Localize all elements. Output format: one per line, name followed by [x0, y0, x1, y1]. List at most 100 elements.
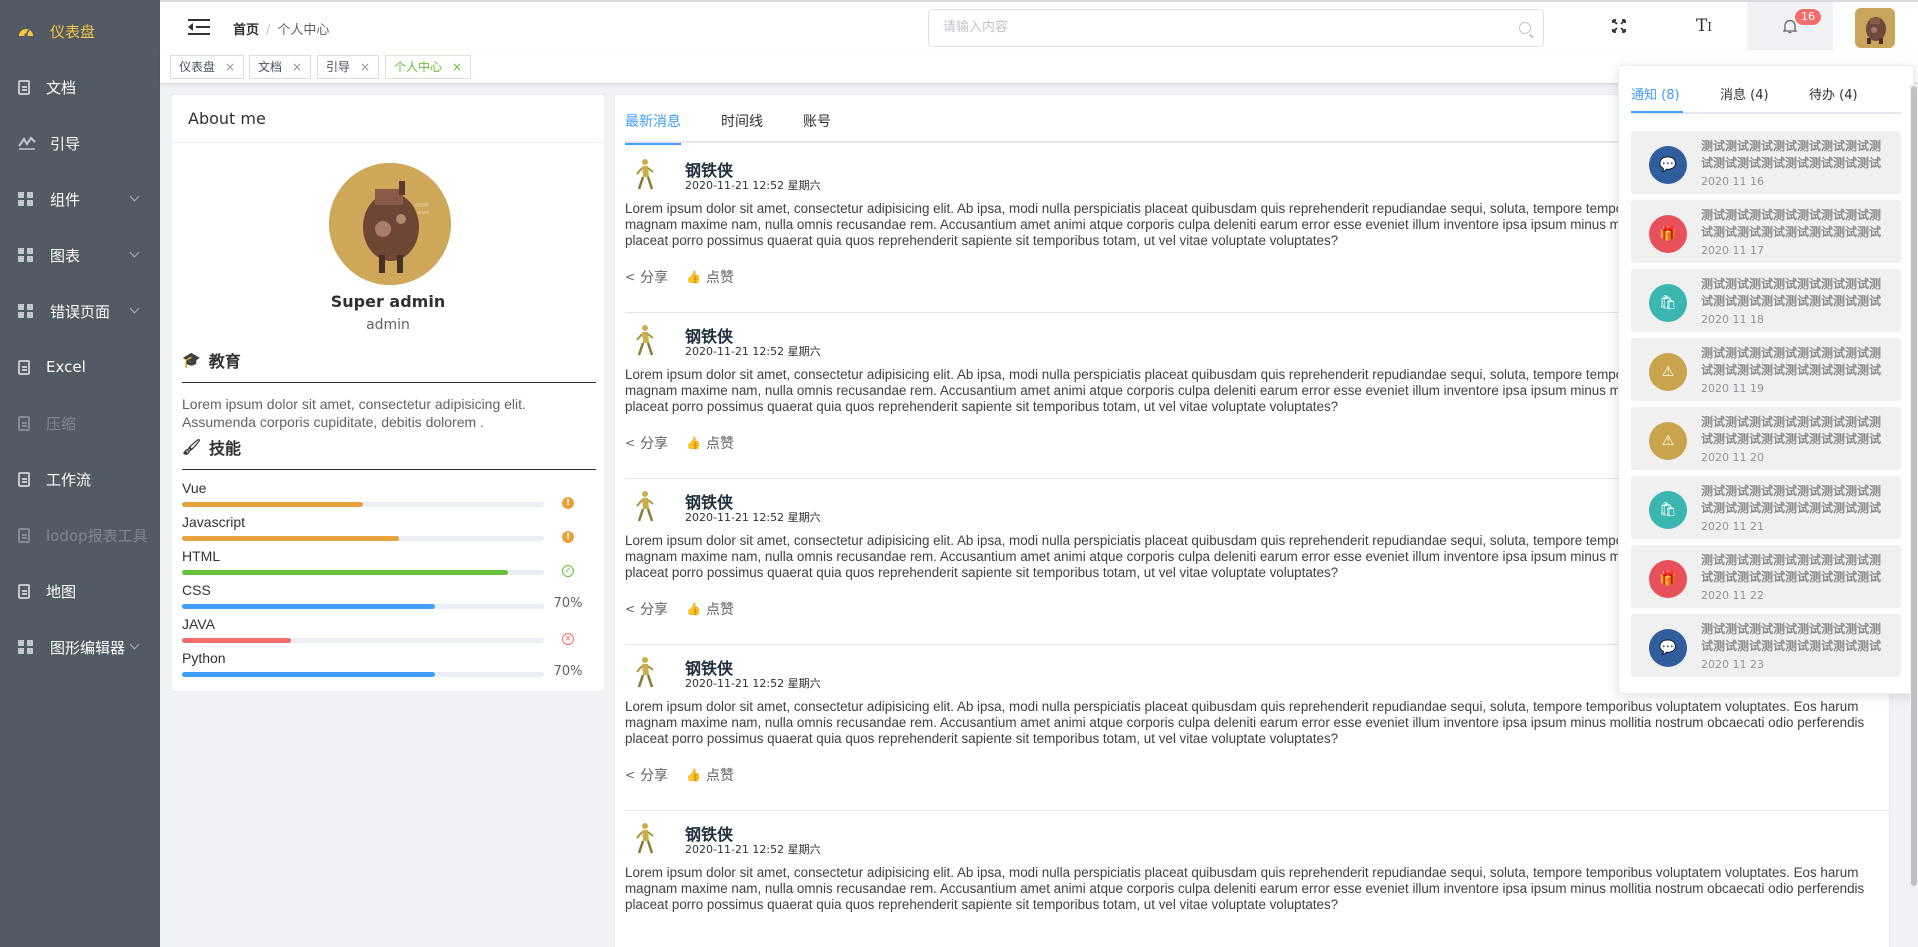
sidebar-item-workflow[interactable]: 工作流: [0, 451, 160, 507]
sidebar-item-label: 压缩: [46, 414, 77, 433]
tab-account[interactable]: 账号: [803, 111, 831, 145]
sidebar-item-excel[interactable]: Excel: [0, 339, 160, 395]
tag-profile[interactable]: 个人中心 ×: [385, 55, 472, 79]
share-button[interactable]: < 分享: [625, 765, 668, 785]
sidebar-item-dashboard[interactable]: 仪表盘: [0, 3, 160, 59]
warning-icon: ⚠: [1649, 353, 1687, 391]
breadcrumb-home[interactable]: 首页: [233, 23, 259, 38]
skill-progress: [182, 502, 544, 507]
skill-name: Vue: [182, 480, 207, 496]
breadcrumb-separator: /: [266, 23, 271, 38]
notification-text: 测试测试测试测试测试测试测试测试测试测试测试测试测试测试测试: [1701, 139, 1882, 170]
notification-item[interactable]: 💬 测试测试测试测试测试测试测试测试测试测试测试测试测试测试测试 2020 11 2…: [1631, 614, 1901, 677]
breadcrumb-current: 个人中心: [277, 23, 330, 38]
sidebar-item-error-pages[interactable]: 错误页面: [0, 283, 160, 339]
like-button[interactable]: 👍 点赞: [686, 433, 734, 453]
sidebar-item-components[interactable]: 组件: [0, 171, 160, 227]
skill-progress: [182, 536, 544, 541]
notification-time: 2020 11 17: [1701, 244, 1764, 257]
sidebar-item-label: lodop报表工具: [46, 526, 148, 545]
notification-item[interactable]: 🛍 测试测试测试测试测试测试测试测试测试测试测试测试测试测试测试 2020 11 1…: [1631, 269, 1901, 332]
notification-item[interactable]: 🎁 测试测试测试测试测试测试测试测试测试测试测试测试测试测试测试 2020 11 2…: [1631, 545, 1901, 608]
share-button[interactable]: < 分享: [625, 267, 668, 287]
like-button[interactable]: 👍 点赞: [686, 267, 734, 287]
sidebar-item-charts[interactable]: 图表: [0, 227, 160, 283]
notification-item[interactable]: 🛍 测试测试测试测试测试测试测试测试测试测试测试测试测试测试测试 2020 11 2…: [1631, 476, 1901, 539]
post-actions: < 分享 👍 点赞: [625, 599, 752, 619]
chevron-down-icon: [129, 247, 140, 258]
user-avatar-icon: [633, 821, 659, 855]
notification-item[interactable]: ⚠ 测试测试测试测试测试测试测试测试测试测试测试测试测试测试测试 2020 11 2…: [1631, 407, 1901, 470]
tag-dashboard[interactable]: 仪表盘 ×: [170, 55, 245, 79]
sidebar-item-label: 文档: [46, 78, 77, 97]
notification-item[interactable]: 🎁 测试测试测试测试测试测试测试测试测试测试测试测试测试测试测试 2020 11 1…: [1631, 200, 1901, 263]
tab-todos[interactable]: 待办 (4): [1809, 84, 1858, 103]
skill-html: HTML ✓: [182, 548, 582, 577]
share-icon: <: [625, 270, 636, 284]
skill-percent: 70%: [553, 596, 583, 611]
share-button[interactable]: < 分享: [625, 433, 668, 453]
tag-docs[interactable]: 文档 ×: [249, 55, 312, 79]
post-date: 2020-11-21 12:52 星期六: [685, 843, 821, 856]
graph-editor-icon: [18, 640, 34, 654]
report-icon: [18, 527, 30, 543]
notification-tabs: 通知 (8) 消息 (4) 待办 (4): [1631, 84, 1901, 114]
chevron-down-icon: [129, 303, 140, 314]
sidebar-item-guide[interactable]: 引导: [0, 115, 160, 171]
user-avatar[interactable]: [1855, 8, 1895, 48]
error-page-icon: [18, 304, 34, 318]
thumbs-up-icon: 👍: [686, 768, 702, 782]
sidebar-item-zip[interactable]: 压缩: [0, 395, 160, 451]
thumbs-up-icon: 👍: [686, 270, 702, 284]
tab-latest[interactable]: 最新消息: [625, 111, 681, 145]
post-actions: < 分享 👍 点赞: [625, 433, 752, 453]
fullscreen-button[interactable]: [1589, 2, 1649, 50]
search-input[interactable]: [943, 10, 1503, 44]
close-icon[interactable]: ×: [292, 60, 302, 74]
notification-button[interactable]: 16: [1747, 2, 1833, 50]
like-button[interactable]: 👍 点赞: [686, 599, 734, 619]
skill-name: CSS: [182, 582, 211, 598]
about-me-title: About me: [172, 95, 604, 143]
document-icon: [18, 79, 30, 95]
notification-item[interactable]: ⚠ 测试测试测试测试测试测试测试测试测试测试测试测试测试测试测试 2020 11 1…: [1631, 338, 1901, 401]
workflow-icon: [18, 471, 30, 487]
chevron-down-icon: [129, 639, 140, 650]
notification-text: 测试测试测试测试测试测试测试测试测试测试测试测试测试测试测试: [1701, 277, 1882, 308]
notification-item[interactable]: 💬 测试测试测试测试测试测试测试测试测试测试测试测试测试测试测试 2020 11 1…: [1631, 131, 1901, 194]
notification-text: 测试测试测试测试测试测试测试测试测试测试测试测试测试测试测试: [1701, 346, 1882, 377]
notification-text: 测试测试测试测试测试测试测试测试测试测试测试测试测试测试测试: [1701, 208, 1882, 239]
share-button[interactable]: < 分享: [625, 599, 668, 619]
tab-messages[interactable]: 消息 (4): [1720, 84, 1769, 103]
font-size-button[interactable]: TI: [1674, 2, 1734, 50]
close-icon[interactable]: ×: [452, 60, 462, 74]
sidebar-item-map[interactable]: 地图: [0, 563, 160, 619]
post-date: 2020-11-21 12:52 星期六: [685, 511, 821, 524]
post-date: 2020-11-21 12:52 星期六: [685, 345, 821, 358]
sidebar-item-graph-editor[interactable]: 图形编辑器: [0, 619, 160, 675]
skill-javascript: Javascript !: [182, 514, 582, 543]
profile-avatar: [329, 163, 451, 285]
close-icon[interactable]: ×: [225, 60, 235, 74]
shopping-bag-icon: 🛍: [1649, 491, 1687, 529]
font-size-icon: TI: [1695, 16, 1713, 36]
sidebar-item-lodop[interactable]: lodop报表工具: [0, 507, 160, 563]
hamburger-icon[interactable]: [188, 19, 210, 35]
scrollbar-thumb[interactable]: [1911, 86, 1917, 886]
zip-icon: [18, 415, 30, 431]
tab-timeline[interactable]: 时间线: [721, 111, 763, 145]
tab-notifications[interactable]: 通知 (8): [1631, 84, 1680, 103]
notification-time: 2020 11 23: [1701, 658, 1764, 671]
close-icon[interactable]: ×: [360, 60, 370, 74]
error-icon: ×: [548, 630, 588, 645]
search-icon[interactable]: [1519, 22, 1531, 34]
thumbs-up-icon: 👍: [686, 602, 702, 616]
skill-percent: 70%: [553, 664, 583, 679]
fullscreen-icon: [1612, 19, 1626, 33]
sidebar-item-docs[interactable]: 文档: [0, 59, 160, 115]
skill-vue: Vue !: [182, 480, 582, 509]
profile-role: admin: [366, 317, 410, 333]
like-button[interactable]: 👍 点赞: [686, 765, 734, 785]
skills-header: 🖌 技能: [182, 435, 596, 470]
tag-guide[interactable]: 引导 ×: [317, 55, 380, 79]
